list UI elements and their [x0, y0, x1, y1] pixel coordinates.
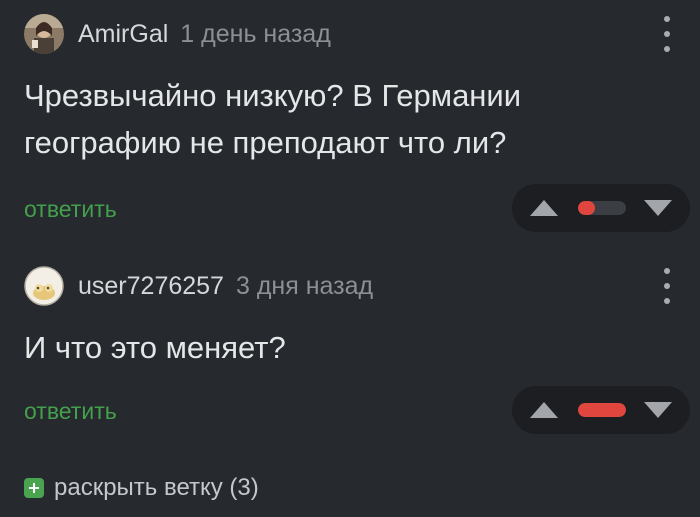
- comment-time: 1 день назад: [180, 19, 331, 48]
- reply-button[interactable]: ответить: [24, 196, 117, 223]
- downvote-icon[interactable]: [644, 200, 672, 216]
- avatar[interactable]: [24, 14, 64, 54]
- rating-bar-fill: [578, 201, 595, 215]
- comment-text: И что это меняет?: [24, 330, 286, 365]
- expand-thread-label: раскрыть ветку (3): [54, 474, 259, 501]
- expand-thread-button[interactable]: раскрыть ветку (3): [24, 474, 259, 502]
- upvote-icon[interactable]: [530, 200, 558, 216]
- more-options-icon[interactable]: [662, 268, 672, 304]
- comment: AmirGal 1 день назад Чрезвычайно низкую?…: [0, 0, 700, 240]
- rating-bar: [578, 403, 626, 417]
- vote-control: [512, 386, 690, 434]
- username[interactable]: user7276257: [78, 272, 224, 301]
- upvote-icon[interactable]: [530, 402, 558, 418]
- reply-button[interactable]: ответить: [24, 398, 117, 425]
- rating-bar-fill: [578, 403, 626, 417]
- comment: user7276257 3 дня назад И что это меняет…: [0, 248, 700, 448]
- comments-page: AmirGal 1 день назад Чрезвычайно низкую?…: [0, 0, 700, 517]
- vote-control: [512, 184, 690, 232]
- plus-icon: [24, 478, 44, 498]
- comment-time: 3 дня назад: [235, 271, 374, 300]
- rating-bar: [578, 201, 626, 215]
- username[interactable]: AmirGal: [78, 20, 168, 49]
- comment-text: Чрезвычайно низкую? В Германии географию…: [24, 78, 522, 160]
- comment-header: user7276257 3 дня назад: [24, 264, 373, 308]
- more-options-icon[interactable]: [662, 16, 672, 52]
- avatar[interactable]: [24, 266, 64, 306]
- downvote-icon[interactable]: [644, 402, 672, 418]
- comment-header: AmirGal 1 день назад: [24, 12, 331, 56]
